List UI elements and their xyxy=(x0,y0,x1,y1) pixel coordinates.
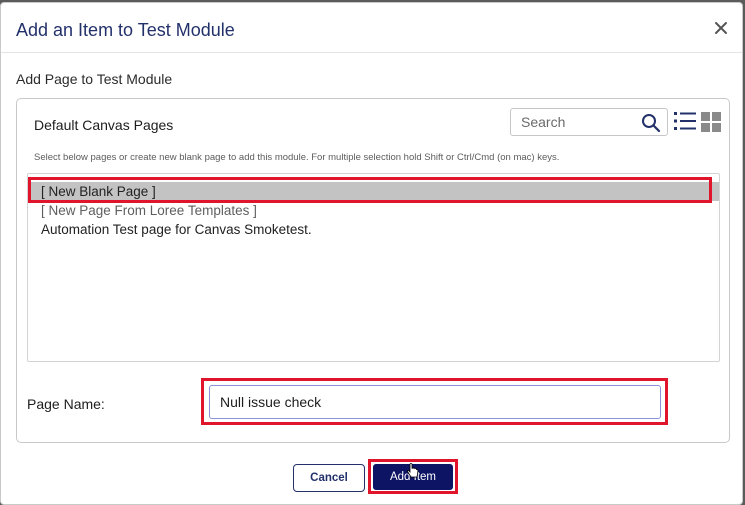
page-option-loree-templates[interactable]: [ New Page From Loree Templates ] xyxy=(28,201,719,220)
search-icon[interactable] xyxy=(641,113,661,133)
selection-hint: Select below pages or create new blank p… xyxy=(34,152,560,163)
list-view-icon[interactable] xyxy=(674,111,696,131)
page-name-input[interactable] xyxy=(209,385,661,419)
section-label: Add Page to Test Module xyxy=(16,71,173,87)
panel-title: Default Canvas Pages xyxy=(34,117,174,133)
grid-view-icon[interactable] xyxy=(701,112,721,132)
close-icon[interactable] xyxy=(714,21,728,35)
cancel-button[interactable]: Cancel xyxy=(293,464,365,492)
search-box xyxy=(510,108,668,136)
dialog-header: Add an Item to Test Module xyxy=(1,3,742,53)
dialog-title: Add an Item to Test Module xyxy=(16,20,235,40)
add-item-dialog: Add an Item to Test Module Add Page to T… xyxy=(0,2,743,505)
page-name-label: Page Name: xyxy=(27,396,105,412)
page-option-automation-test[interactable]: Automation Test page for Canvas Smoketes… xyxy=(28,220,719,239)
add-item-button[interactable]: Add Item xyxy=(373,464,453,490)
search-input[interactable] xyxy=(521,113,637,131)
page-option-new-blank[interactable]: [ New Blank Page ] xyxy=(28,182,719,201)
pages-list[interactable]: [ New Blank Page ] [ New Page From Loree… xyxy=(27,173,720,362)
